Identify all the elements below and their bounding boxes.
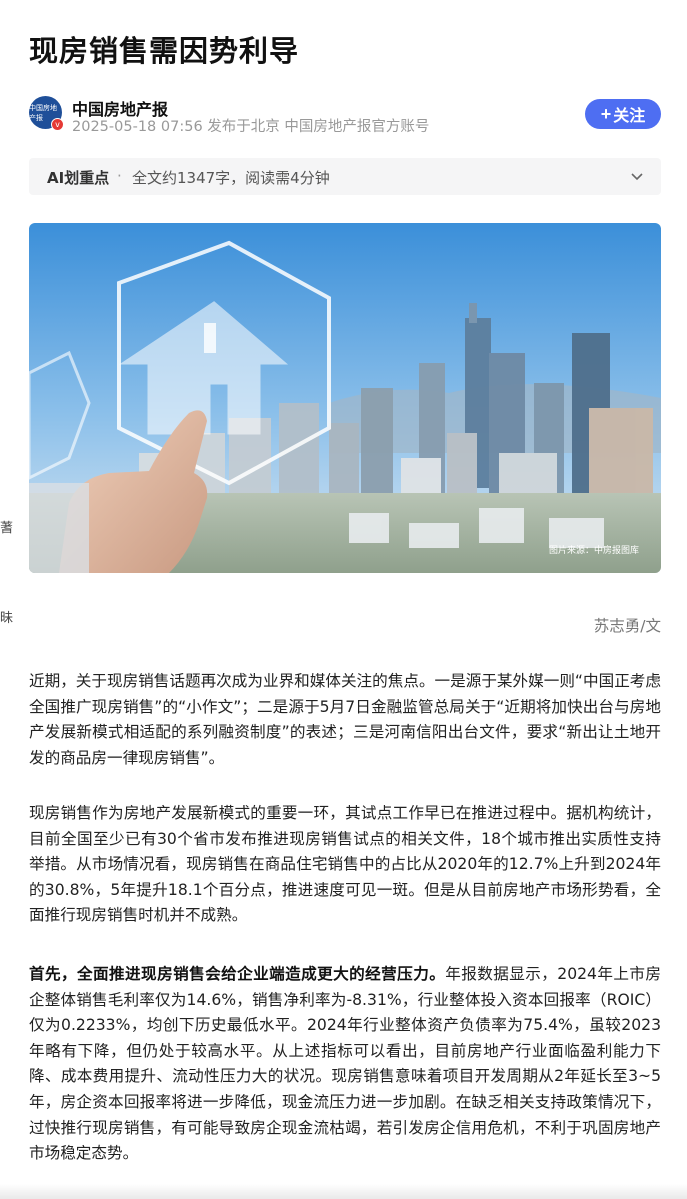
- left-edge-glyph: 昧: [0, 611, 14, 626]
- publish-meta: 2025-05-18 07:56 发布于北京 中国房地产报官方账号: [72, 119, 430, 135]
- city-skyline-illustration: 图片来源：中房报图库: [29, 223, 661, 573]
- left-edge-glyph: 蓍: [0, 521, 14, 536]
- paragraph-1: 近期，关于现房销售话题再次成为业界和媒体关注的焦点。一是源于某外媒一则“中国正考…: [29, 672, 661, 767]
- article-title: 现房销售需因势利导: [29, 34, 300, 68]
- author-byline: 苏志勇/文: [593, 617, 661, 635]
- chevron-down-icon[interactable]: [629, 168, 645, 184]
- separator-dot: ·: [117, 167, 122, 185]
- bottom-fade: [0, 1184, 687, 1199]
- paragraph-3: 首先，全面推进现房销售会给企业端造成更大的经营压力。年报数据显示，2024年上市…: [29, 962, 661, 1167]
- hero-image: 图片来源：中房报图库: [29, 223, 661, 573]
- follow-label: 关注: [613, 108, 646, 125]
- paragraph-3-body: 年报数据显示，2024年上市房企整体销售毛利率仅为14.6%，销售净利率为-8.…: [29, 965, 661, 1163]
- paragraph-2: 现房销售作为房地产发展新模式的重要一环，其试点工作早已在推进过程中。据机构统计，…: [29, 804, 661, 925]
- author-row: 中国房地产报 v 中国房地产报 2025-05-18 07:56 发布于北京 中…: [29, 96, 661, 136]
- image-credit: 图片来源：中房报图库: [549, 544, 639, 556]
- follow-button[interactable]: + 关注: [585, 99, 661, 129]
- paragraph-3-lead: 首先，全面推进现房销售会给企业端造成更大的经营压力。: [29, 965, 446, 983]
- ai-summary-label: AI划重点: [47, 169, 110, 187]
- ai-summary-bar[interactable]: AI划重点 · 全文约1347字，阅读需4分钟: [29, 158, 661, 195]
- reading-info: 全文约1347字，阅读需4分钟: [132, 169, 330, 187]
- verified-badge-icon: v: [51, 118, 64, 131]
- plus-icon: +: [600, 103, 612, 124]
